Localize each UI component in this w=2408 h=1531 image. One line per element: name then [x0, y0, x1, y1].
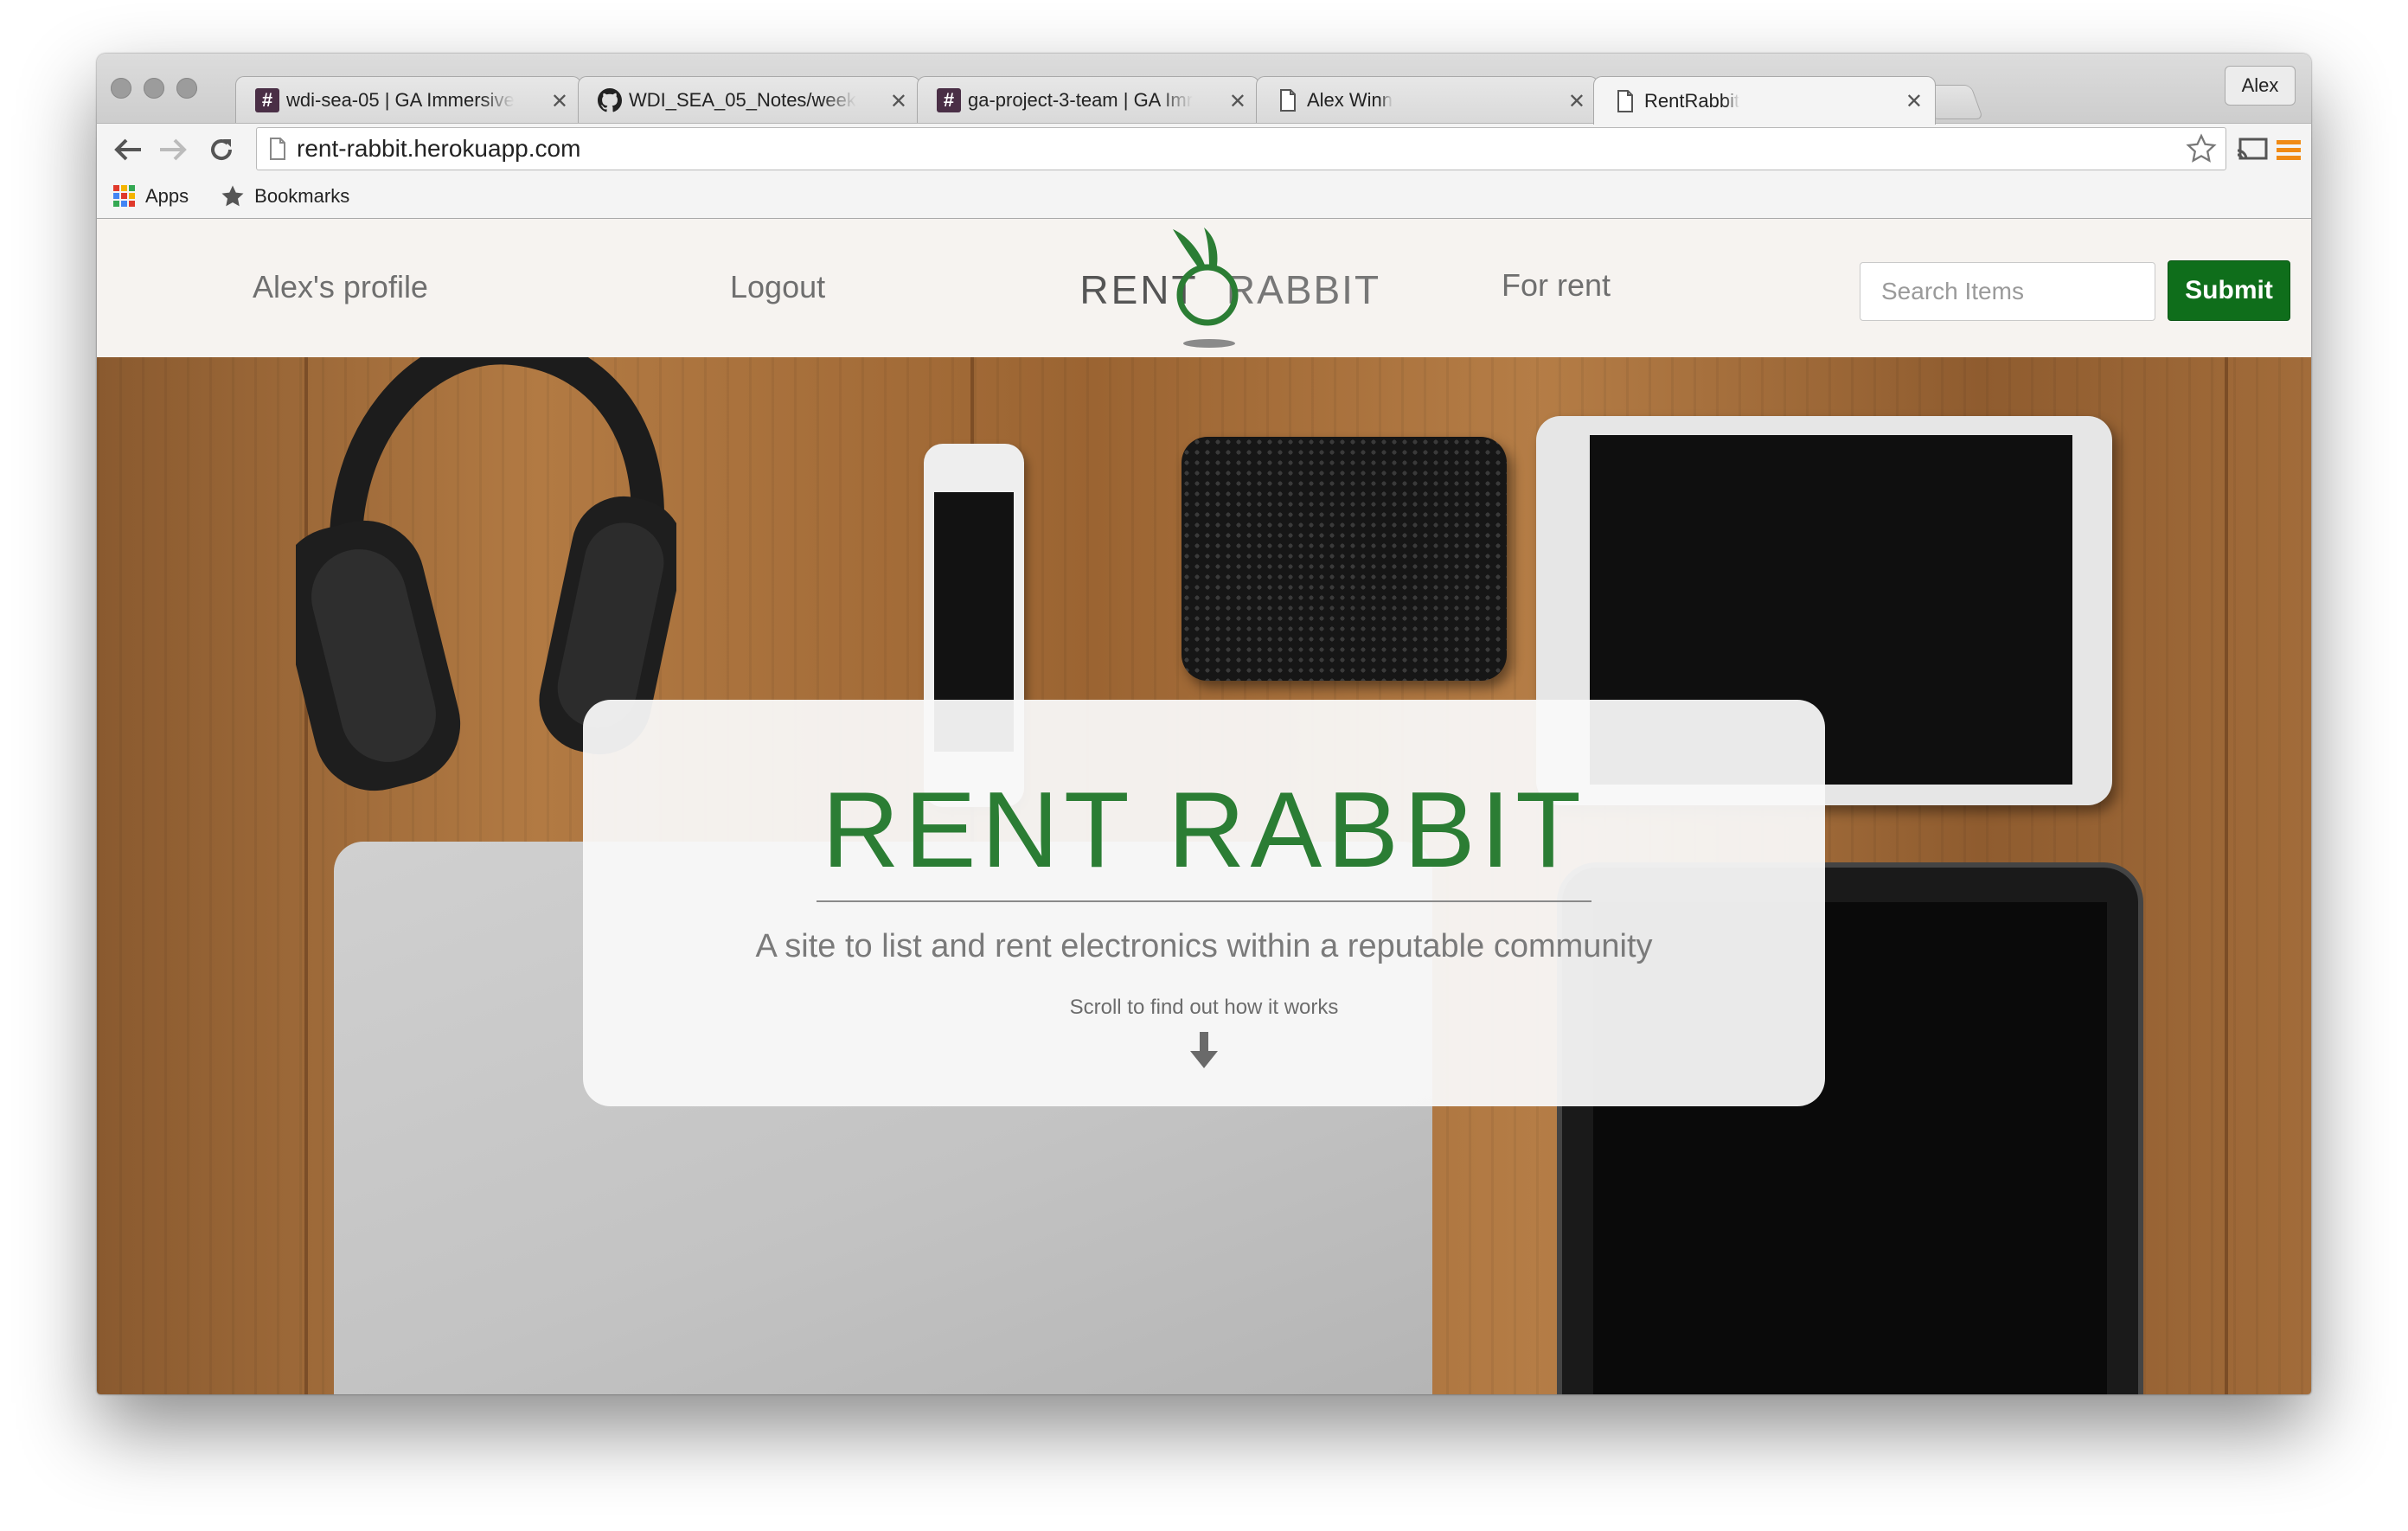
forward-icon[interactable]: [156, 132, 190, 167]
scroll-hint: Scroll to find out how it works: [1069, 996, 1339, 1019]
speaker-image: [1182, 437, 1507, 681]
bookmarks-label: Bookmarks: [254, 185, 350, 207]
page-icon: [1276, 88, 1300, 112]
slack-icon: #: [255, 87, 279, 112]
address-bar[interactable]: rent-rabbit.herokuapp.com: [256, 127, 2226, 170]
svg-text:RABBIT: RABBIT: [1226, 267, 1380, 312]
tab-title: Alex Winn: [1307, 88, 1393, 111]
close-tab-icon[interactable]: ✕: [890, 89, 907, 114]
page-viewport: Alex's profile Logout RENT RABBIT For re…: [97, 219, 2311, 1394]
github-icon: [598, 87, 622, 112]
cast-icon[interactable]: [2235, 132, 2270, 167]
apps-label: Apps: [145, 185, 189, 207]
hero-section: RENT RABBIT A site to list and rent elec…: [97, 357, 2311, 1394]
slack-icon: #: [937, 87, 961, 112]
profile-button[interactable]: Alex: [2225, 66, 2296, 106]
close-tab-icon[interactable]: ✕: [1905, 89, 1923, 114]
star-icon[interactable]: [2186, 133, 2217, 164]
tab-title: wdi-sea-05 | GA Immersive: [286, 88, 515, 111]
close-tab-icon[interactable]: ✕: [1229, 89, 1246, 114]
hero-title: RENT RABBIT: [822, 771, 1586, 890]
hero-card: RENT RABBIT A site to list and rent elec…: [583, 700, 1825, 1106]
tab-wdi-notes[interactable]: WDI_SEA_05_Notes/week ✕: [578, 76, 920, 123]
logout-link[interactable]: Logout: [730, 269, 825, 305]
bookmarks-bar: Apps Bookmarks: [97, 175, 2311, 219]
tab-title: WDI_SEA_05_Notes/week: [629, 88, 856, 111]
zoom-window-icon[interactable]: [176, 78, 197, 99]
url-text: rent-rabbit.herokuapp.com: [297, 135, 581, 162]
for-rent-link[interactable]: For rent: [1502, 267, 1611, 304]
page-icon: [1613, 89, 1637, 113]
wood-seam: [2225, 357, 2228, 1394]
profile-link[interactable]: Alex's profile: [253, 269, 428, 305]
rabbit-logo-icon: RENT RABBIT: [1079, 227, 1380, 348]
search-input[interactable]: [1860, 262, 2155, 321]
close-window-icon[interactable]: [111, 78, 131, 99]
apps-bookmark[interactable]: Apps: [112, 184, 189, 208]
tab-alex-winn[interactable]: Alex Winn ✕: [1256, 76, 1598, 123]
star-icon: [220, 183, 246, 209]
menu-icon[interactable]: [2271, 132, 2306, 167]
divider: [817, 900, 1591, 902]
arrow-down-icon[interactable]: [1188, 1032, 1220, 1070]
bookmarks-folder[interactable]: Bookmarks: [220, 183, 349, 209]
browser-window: # wdi-sea-05 | GA Immersive ✕ WDI_SEA_05…: [97, 54, 2311, 1394]
close-tab-icon[interactable]: ✕: [551, 89, 568, 114]
browser-toolbar: rent-rabbit.herokuapp.com: [97, 123, 2311, 176]
minimize-window-icon[interactable]: [144, 78, 164, 99]
hero-subtitle: A site to list and rent electronics with…: [755, 928, 1653, 964]
site-logo[interactable]: RENT RABBIT: [1040, 226, 1386, 354]
submit-button[interactable]: Submit: [2168, 260, 2290, 321]
close-tab-icon[interactable]: ✕: [1568, 89, 1585, 114]
tab-rentrabbit[interactable]: RentRabbit ✕: [1593, 76, 1936, 125]
site-navbar: Alex's profile Logout RENT RABBIT For re…: [97, 219, 2311, 357]
reload-icon[interactable]: [204, 132, 239, 167]
tab-ga-project-3[interactable]: # ga-project-3-team | GA Imr ✕: [917, 76, 1259, 123]
tab-title: ga-project-3-team | GA Imr: [968, 88, 1194, 111]
apps-grid-icon: [112, 184, 137, 208]
page-icon: [269, 138, 286, 160]
back-icon[interactable]: [111, 132, 145, 167]
tab-title: RentRabbit: [1644, 89, 1740, 112]
tab-wdi-sea-05[interactable]: # wdi-sea-05 | GA Immersive ✕: [235, 76, 581, 123]
tab-strip: # wdi-sea-05 | GA Immersive ✕ WDI_SEA_05…: [97, 54, 2311, 125]
